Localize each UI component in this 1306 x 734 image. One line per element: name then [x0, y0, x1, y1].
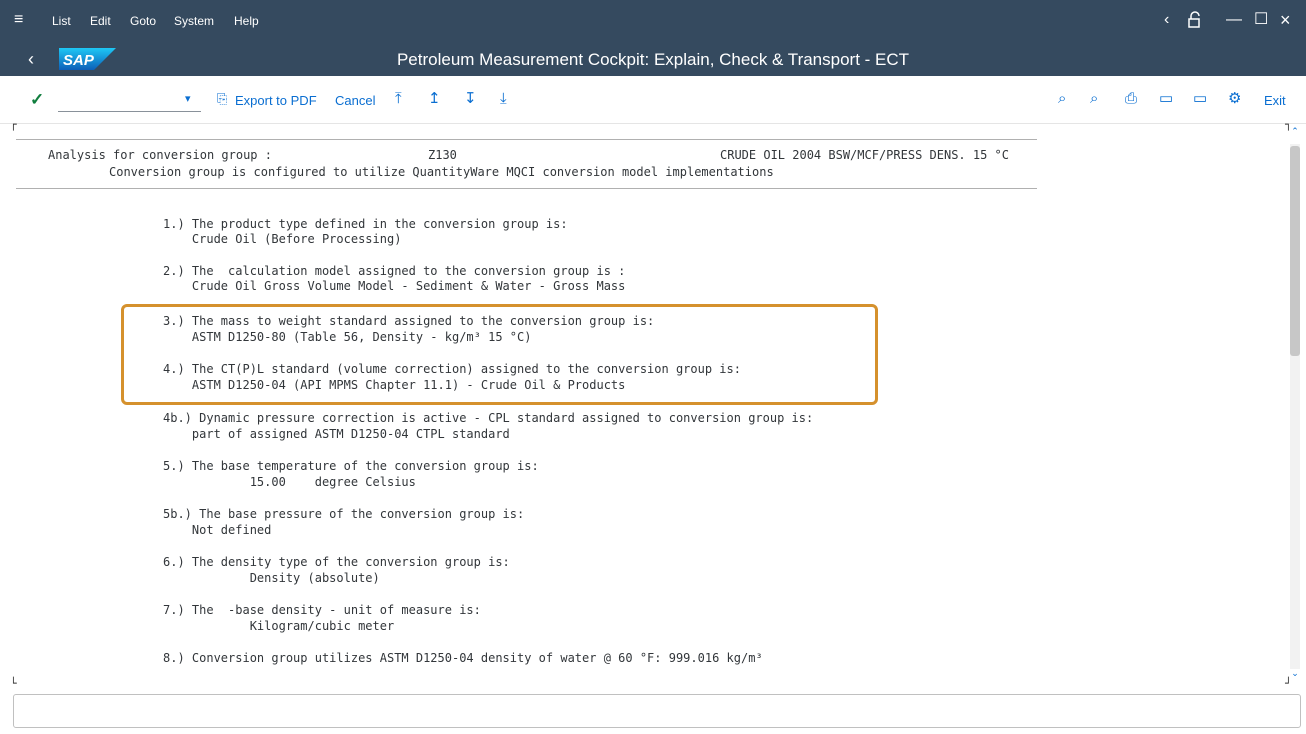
group-code: Z130 — [428, 148, 457, 162]
generate-shortcut-icon[interactable]: ▭ — [1193, 91, 1207, 107]
scroll-up-icon[interactable]: ⌃ — [1290, 126, 1300, 137]
print-icon[interactable]: ⎙ — [1125, 91, 1137, 107]
command-field[interactable] — [58, 90, 201, 112]
highlight-box — [121, 304, 878, 405]
menu-help[interactable]: Help — [234, 14, 259, 28]
export-to-pdf-button[interactable]: Export to PDF — [235, 94, 317, 108]
chevron-down-icon[interactable]: ▾ — [185, 92, 191, 105]
exit-button[interactable]: Exit — [1264, 94, 1286, 108]
application-toolbar: ✓ ▾ ⎘ Export to PDF Cancel ⤒ ↥ ↧ ⤓ ⌕ ⌕ ⎙… — [0, 76, 1306, 124]
corner-mark: └ — [10, 677, 17, 690]
close-icon[interactable]: × — [1280, 11, 1291, 29]
enter-check-icon[interactable]: ✓ — [30, 90, 44, 110]
collapse-icon[interactable]: ‹ — [1164, 11, 1169, 29]
lock-icon[interactable] — [1186, 11, 1204, 34]
page-title: Petroleum Measurement Cockpit: Explain, … — [396, 50, 910, 69]
report-line: Crude Oil Gross Volume Model - Sediment … — [163, 279, 626, 293]
report-line: 8.) Conversion group utilizes ASTM D1250… — [163, 651, 763, 665]
report-line: 7.) The -base density - unit of measure … — [163, 603, 481, 617]
previous-page-icon[interactable]: ↥ — [428, 91, 441, 107]
report-list: ┌ └ ┐ ┘ Analysis for conversion group : … — [10, 118, 1296, 690]
find-next-icon[interactable]: ⌕ — [1090, 91, 1098, 107]
last-page-icon[interactable]: ⤓ — [500, 91, 507, 107]
report-line: 4b.) Dynamic pressure correction is acti… — [163, 411, 814, 425]
group-description: CRUDE OIL 2004 BSW/MCF/PRESS DENS. 15 °C — [720, 148, 1009, 162]
report-line: 6.) The density type of the conversion g… — [163, 555, 510, 569]
hamburger-menu-icon[interactable]: ≡ — [14, 12, 23, 28]
menu-list[interactable]: List — [52, 14, 71, 28]
report-line: 2.) The calculation model assigned to th… — [163, 264, 626, 278]
report-line: Not defined — [163, 523, 272, 537]
title-bar: ‹ SAP Petroleum Measurement Cockpit: Exp… — [0, 43, 1306, 76]
report-line: part of assigned ASTM D1250-04 CTPL stan… — [163, 427, 510, 441]
menu-edit[interactable]: Edit — [90, 14, 111, 28]
menu-goto[interactable]: Goto — [130, 14, 156, 28]
divider — [16, 139, 1037, 140]
menu-system[interactable]: System — [174, 14, 214, 28]
header-note: Conversion group is configured to utiliz… — [109, 165, 774, 179]
report-line: 5.) The base temperature of the conversi… — [163, 459, 539, 473]
menu-bar: ≡ List Edit Goto System Help ‹ — ☐ × — [0, 0, 1306, 43]
export-pdf-icon[interactable]: ⎘ — [217, 91, 227, 107]
report-line: Kilogram/cubic meter — [163, 619, 395, 633]
report-line: Density (absolute) — [163, 571, 380, 585]
next-page-icon[interactable]: ↧ — [464, 91, 477, 107]
divider — [16, 188, 1037, 189]
vertical-scrollbar[interactable]: ⌃ ⌄ — [1290, 124, 1300, 689]
report-line: Crude Oil (Before Processing) — [163, 232, 402, 246]
minimize-icon[interactable]: — — [1226, 11, 1242, 29]
report-line: 1.) The product type defined in the conv… — [163, 217, 568, 231]
first-page-icon[interactable]: ⤒ — [395, 91, 402, 107]
header-label: Analysis for conversion group : — [48, 148, 272, 162]
report-line: 15.00 degree Celsius — [163, 475, 416, 489]
scroll-down-icon[interactable]: ⌄ — [1290, 668, 1300, 679]
settings-icon[interactable]: ⚙ — [1228, 91, 1241, 107]
find-icon[interactable]: ⌕ — [1058, 91, 1066, 107]
maximize-icon[interactable]: ☐ — [1254, 11, 1268, 29]
cancel-button[interactable]: Cancel — [335, 94, 375, 108]
scroll-thumb[interactable] — [1290, 146, 1300, 356]
corner-mark: ┌ — [10, 118, 17, 131]
create-session-icon[interactable]: ▭ — [1159, 91, 1173, 107]
status-bar[interactable] — [13, 694, 1301, 728]
report-line: 5b.) The base pressure of the conversion… — [163, 507, 525, 521]
